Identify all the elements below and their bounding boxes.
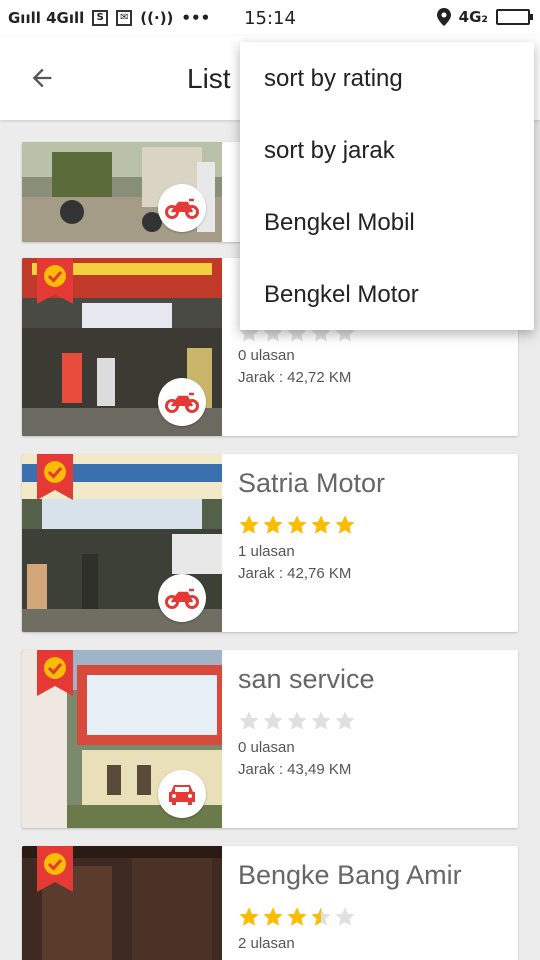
rating-stars <box>238 906 356 928</box>
star-filled-icon <box>311 515 331 534</box>
card-body: Bengke Bang Amir 2 ulasan <box>238 846 518 960</box>
workshop-name: Satria Motor <box>238 468 386 498</box>
review-count: 0 ulasan <box>238 739 295 756</box>
review-count: 1 ulasan <box>238 543 295 560</box>
workshop-photo <box>22 142 222 242</box>
star-empty-icon <box>335 711 355 730</box>
location-icon <box>436 8 451 26</box>
distance: Jarak : 42,72 KM <box>238 369 352 386</box>
workshop-name: san service <box>238 664 375 694</box>
distance: Jarak : 43,49 KM <box>238 761 352 778</box>
star-empty-icon <box>311 711 331 730</box>
motorcycle-type-icon <box>158 378 206 426</box>
star-empty-icon <box>239 711 259 730</box>
verified-badge-icon <box>37 454 73 500</box>
star-filled-icon <box>263 515 283 534</box>
workshop-name: Bengke Bang Amir <box>238 860 462 890</box>
star-filled-icon <box>263 907 283 926</box>
menu-item-sort-distance[interactable]: sort by jarak <box>264 131 524 171</box>
battery-icon <box>496 9 533 25</box>
star-half-icon <box>311 907 331 926</box>
page-title: List <box>187 63 231 94</box>
list-item[interactable]: Bengke Bang Amir 2 ulasan <box>22 846 518 960</box>
motorcycle-type-icon <box>158 574 206 622</box>
card-body: san service 0 ulasan Jarak : 43,49 KM <box>238 650 518 828</box>
distance: Jarak : 42,76 KM <box>238 565 352 582</box>
star-filled-icon <box>239 515 259 534</box>
card-body: Satria Motor 1 ulasan Jarak : 42,76 KM <box>238 454 518 632</box>
star-filled-icon <box>239 907 259 926</box>
star-filled-icon <box>335 515 355 534</box>
car-type-icon <box>158 770 206 818</box>
list-item[interactable]: Satria Motor 1 ulasan Jarak : 42,76 KM <box>22 454 518 632</box>
workshop-photo <box>22 846 222 960</box>
star-empty-icon <box>263 711 283 730</box>
workshop-photo <box>22 650 222 828</box>
star-empty-icon <box>287 711 307 730</box>
workshop-photo <box>22 258 222 436</box>
star-empty-icon <box>335 907 355 926</box>
arrow-back-icon <box>32 68 52 88</box>
status-right: 4G₂ <box>436 8 533 26</box>
star-filled-icon <box>287 907 307 926</box>
status-bar: Gııll 4Gıll S ✉ ((·)) ••• 15:14 4G₂ <box>0 0 540 36</box>
list-item[interactable]: san service 0 ulasan Jarak : 43,49 KM <box>22 650 518 828</box>
verified-badge-icon <box>37 846 73 892</box>
verified-badge-icon <box>37 650 73 696</box>
rating-stars <box>238 710 356 732</box>
verified-badge-icon <box>37 258 73 304</box>
network-badge: 4G₂ <box>458 8 488 26</box>
menu-item-car-workshop[interactable]: Bengkel Mobil <box>264 203 524 243</box>
review-count: 0 ulasan <box>238 347 295 364</box>
menu-item-sort-rating[interactable]: sort by rating <box>264 59 524 99</box>
review-count: 2 ulasan <box>238 935 295 952</box>
sort-filter-menu: sort by rating sort by jarak Bengkel Mob… <box>240 42 534 330</box>
motorcycle-type-icon <box>158 184 206 232</box>
star-filled-icon <box>287 515 307 534</box>
menu-item-motor-workshop[interactable]: Bengkel Motor <box>264 275 524 315</box>
workshop-photo <box>22 454 222 632</box>
back-button[interactable] <box>22 58 62 98</box>
rating-stars <box>238 514 356 536</box>
